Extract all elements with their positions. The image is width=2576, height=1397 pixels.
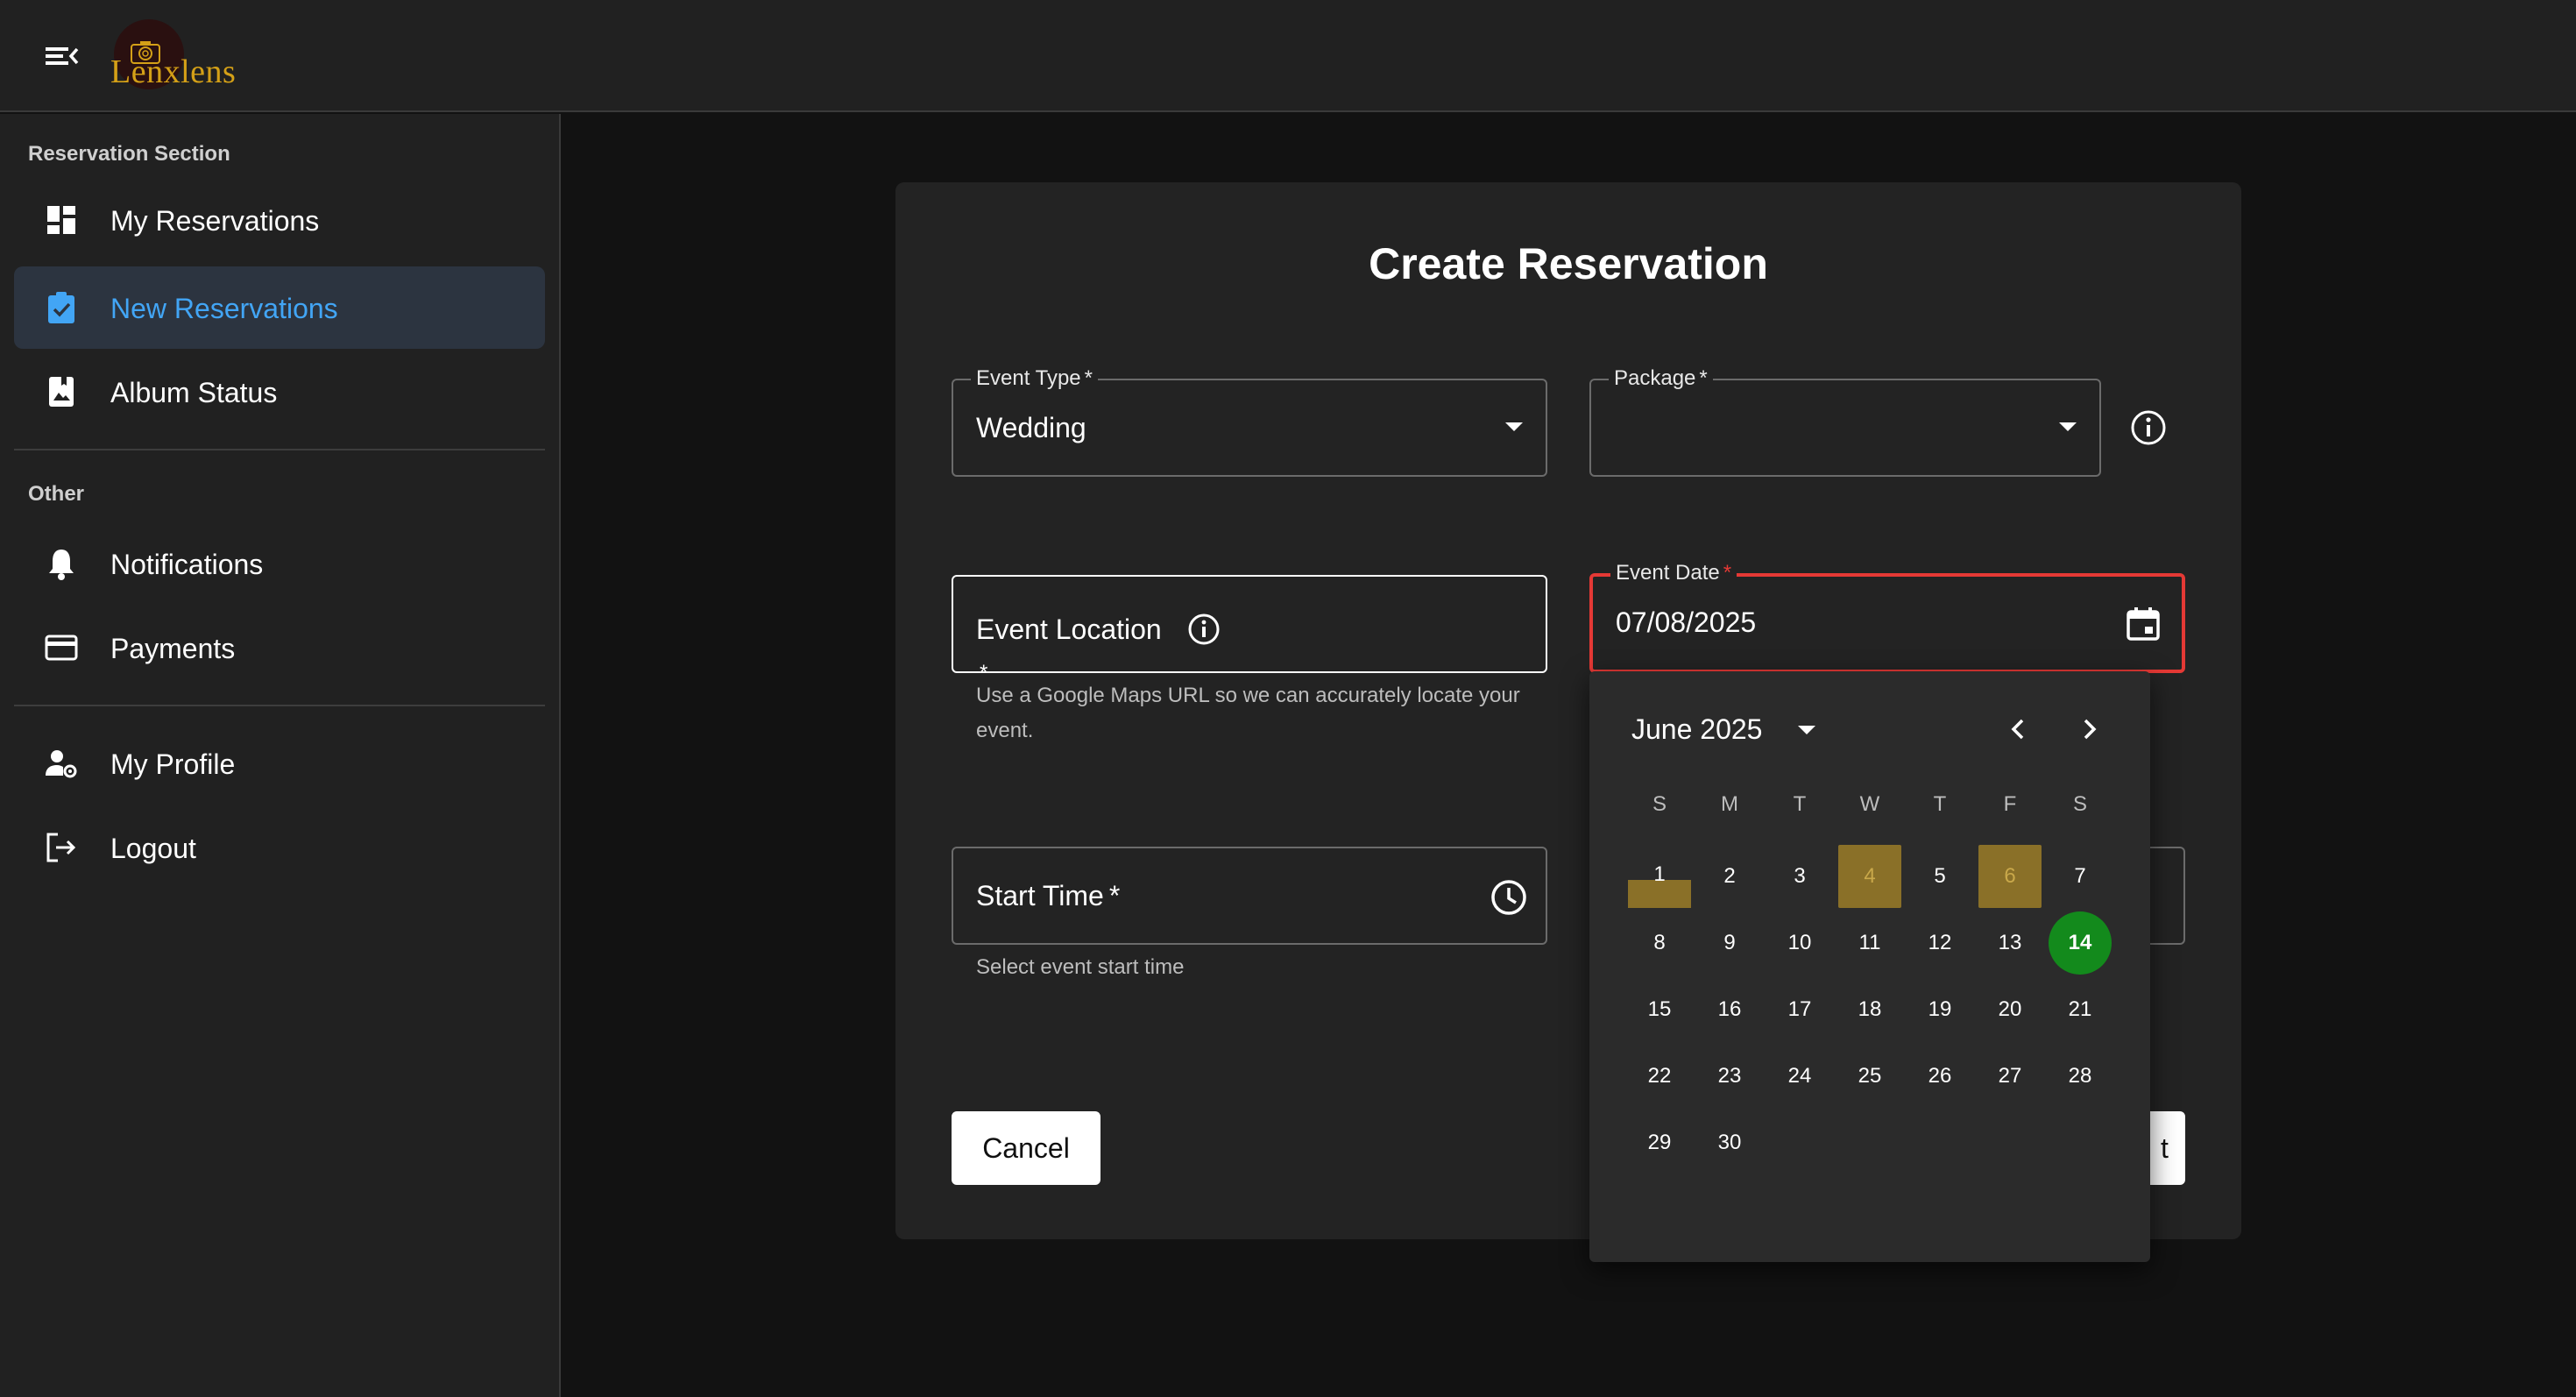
sidebar-item-label: Notifications — [110, 549, 264, 580]
sidebar-section-other: Other — [28, 482, 85, 506]
event-date-label: Event Date * — [1610, 561, 1737, 585]
sidebar-item-label: Payments — [110, 633, 236, 664]
sidebar-item-label: My Profile — [110, 748, 236, 780]
sidebar-item-logout[interactable]: Logout — [14, 806, 545, 889]
assignment-check-icon — [48, 292, 74, 323]
calendar-day[interactable]: 27 — [1978, 1045, 2042, 1108]
calendar-day[interactable]: 2 — [1698, 845, 1761, 908]
event-date-value: 07/08/2025 — [1616, 606, 1757, 638]
sidebar-item-my-reservations[interactable]: My Reservations — [14, 179, 545, 261]
sidebar-item-label: New Reservations — [110, 293, 338, 324]
sidebar: Reservation Section My Reservations New … — [0, 114, 561, 1397]
sidebar-item-label: Album Status — [110, 377, 278, 408]
calendar-day[interactable]: 16 — [1698, 978, 1761, 1041]
page-title: Create Reservation — [1369, 239, 1768, 288]
chevron-down-icon[interactable] — [2059, 422, 2077, 431]
dashboard-icon — [47, 206, 75, 234]
chevron-left-icon[interactable] — [1999, 710, 2038, 748]
logout-icon — [46, 833, 76, 862]
chevron-down-icon[interactable] — [1798, 726, 1815, 734]
calendar-icon[interactable] — [2124, 605, 2162, 643]
package-select[interactable]: Package * — [1589, 366, 2101, 477]
calendar-day[interactable]: 17 — [1768, 978, 1831, 1041]
date-picker-popup: June 2025 SMTWTFS 1 2 3 4 5 6 7 8 9 10 11 12 13 14 15 1… — [1589, 671, 2150, 1262]
start-time-helper: Select event start time — [976, 955, 1185, 979]
sidebar-item-label: My Reservations — [110, 205, 320, 237]
clock-icon[interactable] — [1490, 878, 1528, 917]
sidebar-item-notifications[interactable]: Notifications — [14, 522, 545, 605]
user-settings-icon — [46, 750, 77, 778]
calendar-day[interactable]: 22 — [1628, 1045, 1691, 1108]
info-icon[interactable] — [1186, 612, 1221, 647]
sidebar-item-payments[interactable]: Payments — [14, 606, 545, 689]
chevron-right-icon[interactable] — [2070, 710, 2108, 748]
photo-album-icon — [49, 377, 74, 407]
calendar-day[interactable]: 4 — [1838, 845, 1901, 908]
calendar-month-label[interactable]: June 2025 — [1631, 713, 1762, 746]
calendar-day[interactable]: 14 — [2049, 911, 2112, 975]
calendar-day[interactable]: 20 — [1978, 978, 2042, 1041]
calendar-day[interactable]: 9 — [1698, 911, 1761, 975]
bell-icon — [49, 550, 74, 580]
sidebar-item-new-reservations[interactable]: New Reservations — [14, 266, 545, 349]
calendar-weekday-label: F — [2003, 792, 2017, 816]
calendar-weekday-label: T — [1793, 792, 1807, 816]
event-type-value: Wedding — [976, 412, 1086, 443]
event-location-placeholder: Event Location — [976, 613, 1162, 645]
calendar-day[interactable]: 18 — [1838, 978, 1901, 1041]
logo-text: Lenxlens — [110, 53, 237, 90]
package-label: Package * — [1609, 366, 1713, 391]
calendar-day[interactable]: 3 — [1768, 845, 1831, 908]
calendar-day[interactable]: 26 — [1908, 1045, 1971, 1108]
cancel-button[interactable]: Cancel — [952, 1111, 1100, 1185]
calendar-day[interactable]: 24 — [1768, 1045, 1831, 1108]
start-time-input[interactable]: Start Time * — [952, 847, 1547, 945]
sidebar-divider — [14, 705, 545, 706]
calendar-day[interactable]: 11 — [1838, 911, 1901, 975]
sidebar-item-label: Logout — [110, 833, 196, 864]
start-time-placeholder: Start Time * — [976, 880, 1121, 911]
calendar-day[interactable]: 1 — [1628, 845, 1691, 908]
event-location-helper: Use a Google Maps URL so we can accurate… — [976, 684, 1520, 742]
calendar-day[interactable]: 19 — [1908, 978, 1971, 1041]
calendar-day[interactable]: 13 — [1978, 911, 2042, 975]
info-icon[interactable] — [2129, 408, 2168, 447]
event-date-input[interactable]: Event Date * 07/08/2025 — [1589, 561, 2185, 673]
calendar-day[interactable]: 5 — [1908, 845, 1971, 908]
event-type-label: Event Type * — [971, 366, 1098, 391]
calendar-weekday-label: S — [1652, 792, 1667, 816]
calendar-day[interactable]: 10 — [1768, 911, 1831, 975]
calendar-day[interactable]: 29 — [1628, 1111, 1691, 1174]
sidebar-item-my-profile[interactable]: My Profile — [14, 722, 545, 805]
event-location-input[interactable]: Event Location * — [952, 575, 1547, 684]
calendar-day[interactable]: 25 — [1838, 1045, 1901, 1108]
chevron-down-icon[interactable] — [1505, 422, 1523, 431]
sidebar-divider — [14, 449, 545, 450]
app-logo[interactable]: Lenxlens — [110, 19, 251, 98]
credit-card-icon — [45, 635, 78, 661]
calendar-day[interactable]: 7 — [2049, 845, 2112, 908]
sidebar-section-reservation: Reservation Section — [28, 142, 230, 166]
event-type-select[interactable]: Event Type * Wedding — [952, 366, 1547, 477]
calendar-weekday-label: M — [1721, 792, 1738, 816]
calendar-day[interactable]: 30 — [1698, 1111, 1761, 1174]
calendar-weekday-label: S — [2072, 792, 2087, 816]
calendar-day[interactable]: 21 — [2049, 978, 2112, 1041]
top-app-bar: Lenxlens — [0, 0, 2576, 112]
calendar-day[interactable]: 23 — [1698, 1045, 1761, 1108]
calendar-day[interactable]: 12 — [1908, 911, 1971, 975]
calendar-day[interactable]: 15 — [1628, 978, 1691, 1041]
calendar-day[interactable]: 28 — [2049, 1045, 2112, 1108]
calendar-weekday-label: T — [1933, 792, 1947, 816]
calendar-day[interactable]: 6 — [1978, 845, 2042, 908]
calendar-weekday-label: W — [1859, 792, 1880, 816]
sidebar-item-album-status[interactable]: Album Status — [14, 351, 545, 433]
menu-collapse-icon[interactable] — [42, 39, 81, 74]
calendar-day[interactable]: 8 — [1628, 911, 1691, 975]
